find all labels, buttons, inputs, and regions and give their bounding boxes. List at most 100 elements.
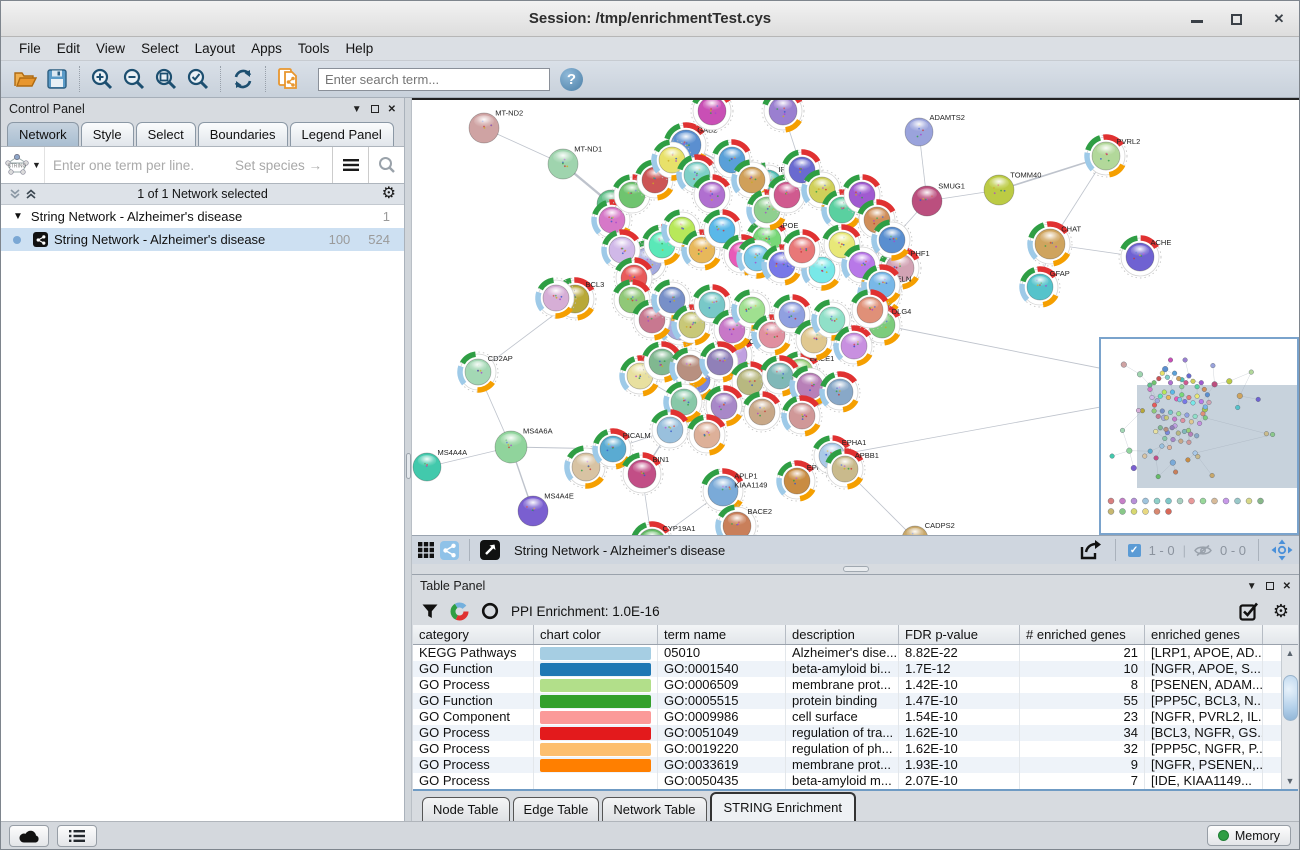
network-node[interactable]: ACHE [1119,236,1171,278]
tab-edge-table[interactable]: Edge Table [513,797,600,821]
network-node[interactable]: CADPS2 [902,521,955,535]
tab-select[interactable]: Select [136,122,196,146]
selected-nodes-checkbox-icon[interactable]: ✓ [1128,544,1141,557]
network-node[interactable]: CYP19A1 [631,522,695,535]
network-node[interactable]: MT-ND2 [469,108,523,143]
import-network-button[interactable] [272,64,304,94]
network-node[interactable]: CHAT [1028,222,1082,266]
zoom-fit-button[interactable] [150,64,182,94]
column-header[interactable]: enriched genes [1145,625,1263,644]
menu-item-view[interactable]: View [88,38,133,59]
network-node[interactable]: PVRL2 [1085,135,1140,177]
scroll-up-icon[interactable]: ▲ [1286,645,1295,661]
zoom-in-button[interactable] [86,64,118,94]
zoom-selected-button[interactable] [182,64,214,94]
tab-network[interactable]: Network [7,122,79,146]
network-node[interactable]: MS4A6A [495,426,553,463]
table-row[interactable]: KEGG Pathways05010Alzheimer's dise...8.8… [413,645,1298,661]
network-node[interactable]: ADAMTS2 [905,113,965,146]
network-node[interactable]: TOMM40 [984,170,1041,205]
export-network-icon[interactable] [1079,539,1103,561]
refresh-button[interactable] [227,64,259,94]
expander-triangle-icon[interactable]: ▼ [13,211,23,222]
table-scrollbar[interactable]: ▲ ▼ [1281,645,1298,789]
network-node[interactable] [687,415,727,455]
network-collection-row[interactable]: ▼ String Network - Alzheimer's disease 1 [1,205,404,228]
save-session-button[interactable] [41,64,73,94]
task-history-button[interactable] [57,825,97,847]
table-row[interactable]: GO FunctionGO:0005515protein binding1.47… [413,693,1298,709]
menu-item-layout[interactable]: Layout [187,38,244,59]
column-header[interactable]: FDR p-value [899,625,1020,644]
birdseye-toggle-icon[interactable] [1271,539,1293,561]
menu-item-edit[interactable]: Edit [49,38,88,59]
string-source-selector[interactable]: STRING ▼ [1,147,45,183]
set-species-label[interactable]: Set species → [235,158,322,173]
tab-string-enrichment[interactable]: STRING Enrichment [710,792,856,821]
tab-network-table[interactable]: Network Table [602,797,706,821]
network-node[interactable]: SMUG1 [912,181,965,216]
network-view-canvas[interactable]: MT-ND2MT-ND1VSNL1GAB2ADAMTS2PVRL2TOMM40S… [412,98,1299,535]
network-node[interactable] [834,326,874,366]
table-row[interactable]: GO ProcessGO:0051049regulation of tra...… [413,725,1298,741]
tab-style[interactable]: Style [81,122,134,146]
minimize-button[interactable] [1191,15,1207,23]
close-panel-icon[interactable]: ✕ [1283,581,1291,592]
table-row[interactable]: GO ProcessGO:0006509membrane prot...1.42… [413,677,1298,693]
grid-view-icon[interactable] [418,542,434,558]
splitter-grip[interactable] [406,453,411,479]
settings-gear-icon[interactable]: ⚙ [1273,601,1289,622]
column-header[interactable]: chart color [534,625,658,644]
panel-menu-icon[interactable]: ▼ [352,104,362,115]
splitter-handle[interactable] [843,566,869,572]
close-panel-icon[interactable]: ✕ [388,104,396,115]
column-header[interactable]: term name [658,625,786,644]
table-row[interactable]: GO ProcessGO:0019220regulation of ph...1… [413,741,1298,757]
filter-icon[interactable] [422,604,438,619]
network-node[interactable]: APBB1 [825,449,879,489]
string-options-button[interactable] [332,147,368,183]
column-header[interactable]: # enriched genes [1020,625,1145,644]
network-node[interactable] [820,372,860,412]
network-node[interactable] [650,410,690,450]
search-input[interactable] [318,68,550,91]
network-node[interactable]: GFAP [1020,267,1070,307]
string-search-button[interactable] [368,147,404,183]
hidden-eye-icon[interactable] [1194,544,1212,557]
network-node[interactable] [782,396,822,436]
enrichment-chart-icon[interactable] [450,602,469,621]
help-button[interactable]: ? [560,68,583,91]
table-row[interactable]: GO ProcessGO:0050435beta-amyloid m...2.0… [413,773,1298,789]
network-node[interactable]: BACE2 [716,505,772,535]
menu-item-file[interactable]: File [11,38,49,59]
maximize-button[interactable] [1231,14,1247,25]
panel-splitter[interactable] [405,98,412,821]
birdseye-view[interactable] [1099,337,1299,535]
network-node[interactable] [762,100,804,132]
gear-icon[interactable]: ⚙ [382,186,396,202]
menu-item-select[interactable]: Select [133,38,187,59]
tab-boundaries[interactable]: Boundaries [198,122,288,146]
panel-menu-icon[interactable]: ▼ [1247,581,1257,592]
network-node[interactable] [536,278,576,318]
memory-button[interactable]: Memory [1207,825,1291,846]
table-row[interactable]: GO FunctionGO:0001540beta-amyloid bi...1… [413,661,1298,677]
network-node[interactable]: MS4A4E [518,491,574,526]
tab-legend-panel[interactable]: Legend Panel [290,122,394,146]
string-query-input[interactable] [45,158,235,173]
menu-item-help[interactable]: Help [337,38,381,59]
column-header[interactable]: category [413,625,534,644]
menu-item-apps[interactable]: Apps [243,38,290,59]
scroll-down-icon[interactable]: ▼ [1286,773,1295,789]
table-panel-splitter[interactable] [412,564,1299,574]
network-node[interactable] [692,175,732,215]
network-node[interactable] [742,392,782,432]
network-overview-icon[interactable] [440,541,459,560]
close-button[interactable]: ✕ [1271,11,1287,27]
network-node[interactable]: CD2AP [458,352,513,392]
network-node[interactable] [872,220,912,260]
float-panel-icon[interactable] [371,105,379,113]
cloud-tasks-button[interactable] [9,825,49,847]
zoom-out-button[interactable] [118,64,150,94]
network-node[interactable]: BIN1 [621,453,669,495]
